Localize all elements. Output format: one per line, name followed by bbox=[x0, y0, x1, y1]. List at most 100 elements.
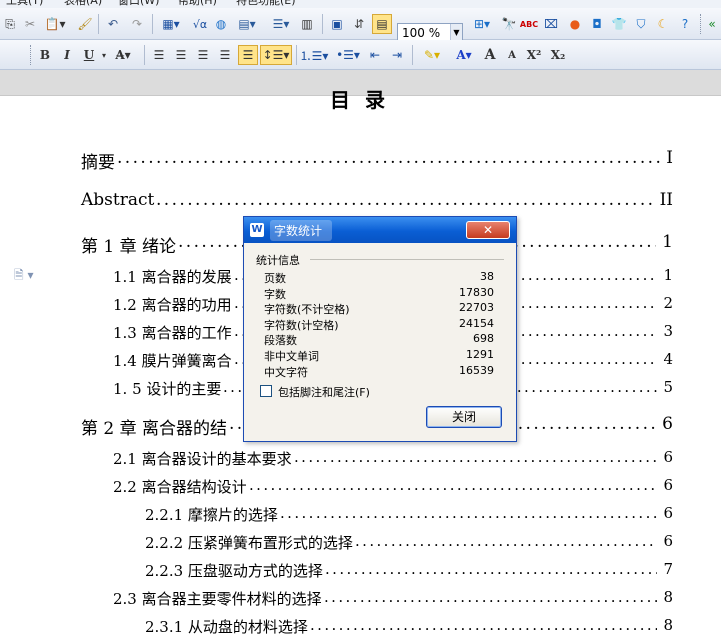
subscript-button[interactable]: X₂ bbox=[548, 45, 568, 65]
toc-page-number: II bbox=[659, 190, 673, 210]
dialog-title: 字数统计 bbox=[270, 219, 333, 241]
stat-value: 17830 bbox=[459, 285, 494, 299]
page-title: 目 录 bbox=[330, 88, 389, 112]
toc-page-number: 7 bbox=[663, 560, 673, 578]
menu-features[interactable]: 特色功能(E) bbox=[236, 0, 296, 8]
web-icon[interactable]: ◍ bbox=[212, 14, 230, 34]
document-icon[interactable]: 🗎 ▾ bbox=[14, 266, 34, 287]
toc-entry-text[interactable]: 2.1 离合器设计的基本要求 bbox=[113, 448, 292, 469]
line-spacing-icon[interactable]: ↕☰▾ bbox=[260, 45, 292, 65]
redo-icon[interactable]: ↷ bbox=[128, 14, 146, 34]
toc-leader-dots: ........................................… bbox=[325, 560, 657, 578]
document-map-icon[interactable]: ▣ bbox=[328, 14, 346, 34]
toc-entry-text[interactable]: 2.2.1 摩擦片的选择 bbox=[145, 504, 278, 525]
toc-entry-text[interactable]: 第 2 章 离合器的结 bbox=[81, 414, 227, 439]
toc-page-number: 6 bbox=[663, 532, 673, 550]
distributed-align-icon[interactable]: ☰ bbox=[238, 45, 258, 65]
formula-icon[interactable]: √α bbox=[190, 14, 210, 34]
online-icon[interactable]: ◘ bbox=[588, 14, 606, 34]
menu-table[interactable]: 表格(A) bbox=[64, 0, 102, 8]
browser-icon[interactable]: ● bbox=[566, 14, 584, 34]
toc-entry-text[interactable]: 第 1 章 绪论 bbox=[81, 232, 176, 257]
toc-entry-text[interactable]: 2.3.1 从动盘的材料选择 bbox=[145, 616, 308, 637]
close-button[interactable]: 关闭 bbox=[426, 406, 502, 428]
find-icon[interactable]: 🔭 bbox=[500, 14, 518, 34]
toc-entry-text[interactable]: 1. 5 设计的主要 bbox=[113, 378, 221, 399]
highlight-icon[interactable]: ✎▾ bbox=[418, 45, 446, 65]
spellcheck-icon[interactable]: ABC bbox=[520, 14, 538, 34]
stat-value: 22703 bbox=[459, 301, 494, 315]
toc-leader-dots: ........................................… bbox=[117, 148, 660, 168]
toc-page-number: 2 bbox=[663, 294, 673, 312]
columns-icon[interactable]: ☰▾ bbox=[268, 14, 294, 34]
char-shading-button[interactable]: A̶▾ bbox=[110, 45, 136, 65]
paste-icon[interactable]: 📋▾ bbox=[42, 14, 68, 34]
moon-icon[interactable]: ☾ bbox=[654, 14, 672, 34]
select-icon[interactable]: ⊞▾ bbox=[470, 14, 494, 34]
italic-button[interactable]: I bbox=[58, 45, 76, 65]
toc-page-number: 6 bbox=[663, 476, 673, 494]
toc-page-number: 6 bbox=[663, 504, 673, 522]
group-divider bbox=[310, 259, 504, 260]
align-left-icon[interactable]: ☰ bbox=[150, 45, 168, 65]
underline-button[interactable]: U bbox=[80, 45, 98, 65]
toc-page-number: 1 bbox=[662, 232, 673, 252]
align-right-icon[interactable]: ☰ bbox=[194, 45, 212, 65]
menu-help[interactable]: 帮助(H) bbox=[178, 0, 217, 8]
toc-entry-text[interactable]: 1.3 离合器的工作 bbox=[113, 322, 232, 343]
toc-entry-text[interactable]: 2.2.2 压紧弹簧布置形式的选择 bbox=[145, 532, 353, 553]
undo-icon[interactable]: ↶ bbox=[104, 14, 122, 34]
paragraph-marks-icon[interactable]: ▤ bbox=[372, 14, 392, 34]
standard-toolbar: ⎘ ✂ 📋▾ 🖌 ↶ ↷ ▦▾ √α ◍ ▤▾ ☰▾ ▥ ▣ ⇵ ▤ 100 %… bbox=[0, 8, 721, 43]
toc-entry-text[interactable]: 1.4 膜片弹簧离合 bbox=[113, 350, 232, 371]
bold-button[interactable]: B bbox=[36, 45, 54, 65]
toc-page-number: I bbox=[666, 148, 673, 168]
toc-entry-text[interactable]: 摘要 bbox=[81, 148, 115, 173]
cut-icon[interactable]: ✂ bbox=[22, 14, 38, 34]
shirt-icon[interactable]: 👕 bbox=[610, 14, 628, 34]
toc-page-number: 8 bbox=[663, 616, 673, 634]
table-insert-icon[interactable]: ▦▾ bbox=[158, 14, 184, 34]
menu-window[interactable]: 窗口(W) bbox=[118, 0, 159, 8]
toc-entry-text[interactable]: 2.2 离合器结构设计 bbox=[113, 476, 247, 497]
stat-label: 页数 bbox=[264, 272, 286, 285]
shield-icon[interactable]: ⛉ bbox=[632, 14, 650, 34]
stat-value: 16539 bbox=[459, 363, 494, 377]
translate-icon[interactable]: ⌧ bbox=[542, 14, 560, 34]
menu-bar: 工具(T) 表格(A) 窗口(W) 帮助(H) 特色功能(E) bbox=[0, 0, 721, 8]
grid-icon[interactable]: ▤▾ bbox=[234, 14, 260, 34]
include-footnotes-checkbox[interactable] bbox=[260, 385, 272, 397]
toc-entry-text[interactable]: 2.3 离合器主要零件材料的选择 bbox=[113, 588, 322, 609]
outdent-icon[interactable]: ⇤ bbox=[366, 45, 384, 65]
toc-page-number: 6 bbox=[662, 414, 673, 434]
numbered-list-icon[interactable]: ⒈☰▾ bbox=[300, 45, 329, 65]
shrink-font-button[interactable]: A bbox=[504, 45, 520, 65]
format-painter-icon[interactable]: 🖌 bbox=[76, 14, 94, 34]
stat-label: 非中文单词 bbox=[264, 350, 319, 363]
include-footnotes-label: 包括脚注和尾注(F) bbox=[278, 386, 370, 399]
font-color-icon[interactable]: A▾ bbox=[450, 45, 478, 65]
chart-icon[interactable]: ▥ bbox=[298, 14, 316, 34]
toc-entry-text[interactable]: 1.1 离合器的发展 bbox=[113, 266, 232, 287]
menu-tools[interactable]: 工具(T) bbox=[6, 0, 43, 8]
toc-entry-text[interactable]: 2.2.3 压盘驱动方式的选择 bbox=[145, 560, 323, 581]
justify-icon[interactable]: ☰ bbox=[216, 45, 234, 65]
show-marks-icon[interactable]: ⇵ bbox=[350, 14, 368, 34]
help-icon[interactable]: ? bbox=[676, 14, 694, 34]
indent-icon[interactable]: ⇥ bbox=[388, 45, 406, 65]
toc-entry-text[interactable]: Abstract bbox=[81, 190, 154, 210]
grow-font-button[interactable]: A bbox=[482, 45, 498, 65]
stat-row: 字符数(不计空格) 22703 bbox=[264, 301, 494, 316]
bullet-list-icon[interactable]: •☰▾ bbox=[334, 45, 362, 65]
toc-entry-text[interactable]: 1.2 离合器的功用 bbox=[113, 294, 232, 315]
superscript-button[interactable]: X² bbox=[524, 45, 544, 65]
stat-label: 字符数(计空格) bbox=[264, 318, 339, 332]
align-center-icon[interactable]: ☰ bbox=[172, 45, 190, 65]
stats-group-label: 统计信息 bbox=[256, 254, 300, 267]
chevron-down-icon[interactable]: ▾ bbox=[100, 45, 108, 65]
chevron-left-icon[interactable]: « bbox=[704, 14, 720, 34]
stat-label: 中文字符 bbox=[264, 365, 308, 379]
stat-row: 非中文单词 1291 bbox=[264, 348, 494, 363]
close-icon[interactable]: ✕ bbox=[466, 221, 510, 239]
copy-icon[interactable]: ⎘ bbox=[2, 14, 18, 34]
